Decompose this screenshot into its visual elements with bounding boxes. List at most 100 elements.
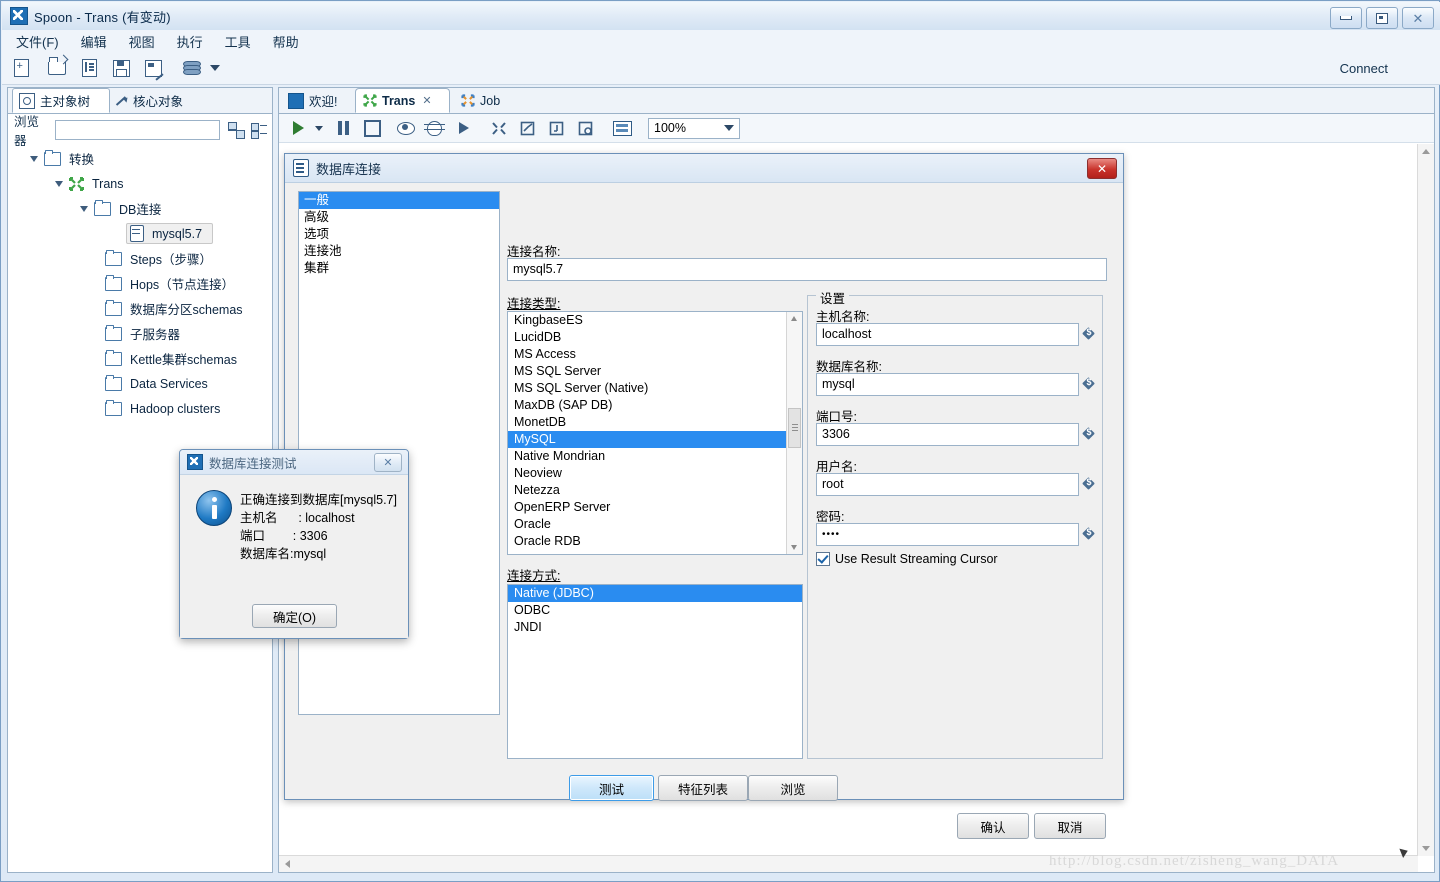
tree-item-hadoop-clusters[interactable]: Hadoop clusters: [8, 396, 272, 421]
test-button[interactable]: 测试: [569, 775, 654, 801]
tree-item-data-services[interactable]: Data Services: [8, 371, 272, 396]
list-item[interactable]: Oracle RDB: [508, 533, 802, 550]
variable-icon[interactable]: [1083, 327, 1096, 341]
tab-welcome[interactable]: 欢迎!: [281, 88, 353, 113]
tab-core-objects[interactable]: 核心对象: [108, 88, 208, 113]
ok-button[interactable]: 确认: [957, 813, 1029, 839]
list-item[interactable]: LucidDB: [508, 329, 802, 346]
connect-label[interactable]: Connect: [1340, 61, 1388, 76]
close-tab-icon[interactable]: ✕: [422, 94, 431, 107]
replay-icon[interactable]: [452, 117, 475, 139]
tree-item-transformations[interactable]: 转换: [8, 146, 272, 171]
maximize-button[interactable]: [1366, 7, 1398, 29]
expand-arrow-icon[interactable]: [55, 180, 63, 187]
preview-icon[interactable]: [394, 117, 417, 139]
menu-item-file[interactable]: 文件(F): [16, 32, 59, 51]
list-item-selected[interactable]: Native (JDBC): [508, 585, 802, 602]
cancel-button[interactable]: 取消: [1034, 813, 1106, 839]
inspect-icon[interactable]: [574, 117, 597, 139]
tree-item-mysql57[interactable]: mysql5.7: [8, 221, 272, 246]
expand-arrow-icon[interactable]: [30, 155, 38, 162]
search-input[interactable]: [55, 120, 221, 140]
list-item[interactable]: MaxDB (SAP DB): [508, 397, 802, 414]
username-input[interactable]: root: [816, 473, 1079, 496]
tree-item-slave-servers[interactable]: 子服务器: [8, 321, 272, 346]
category-item-pooling[interactable]: 连接池: [299, 243, 499, 260]
list-item[interactable]: MS SQL Server (Native): [508, 380, 802, 397]
scroll-left-arrow-icon[interactable]: [285, 860, 290, 868]
debug-icon[interactable]: [423, 117, 446, 139]
pause-icon[interactable]: [332, 117, 355, 139]
run-options-caret-icon[interactable]: [312, 117, 326, 139]
list-item[interactable]: MonetDB: [508, 414, 802, 431]
category-item-options[interactable]: 选项: [299, 226, 499, 243]
verify-icon[interactable]: [487, 117, 510, 139]
list-vertical-scrollbar[interactable]: [786, 312, 802, 554]
list-item[interactable]: Netezza: [508, 482, 802, 499]
variable-icon[interactable]: [1083, 377, 1096, 391]
test-dialog-close-button[interactable]: ✕: [374, 453, 402, 472]
tree-item-trans[interactable]: Trans: [8, 171, 272, 196]
streaming-cursor-checkbox-row[interactable]: Use Result Streaming Cursor: [816, 552, 998, 566]
flat-view-icon[interactable]: [250, 121, 268, 139]
scroll-up-arrow-icon[interactable]: [1422, 149, 1430, 154]
category-item-clustering[interactable]: 集群: [299, 260, 499, 277]
sql-icon[interactable]: [545, 117, 568, 139]
explore-repository-icon[interactable]: [78, 57, 100, 79]
stop-icon[interactable]: [361, 117, 384, 139]
menu-item-view[interactable]: 视图: [129, 32, 155, 51]
list-item[interactable]: Oracle: [508, 516, 802, 533]
port-input[interactable]: 3306: [816, 423, 1079, 446]
zoom-select[interactable]: 100%: [648, 117, 740, 139]
list-item[interactable]: OpenERP Server: [508, 499, 802, 516]
list-item[interactable]: MS Access: [508, 346, 802, 363]
scroll-down-arrow-icon[interactable]: [1422, 846, 1430, 851]
connection-type-list[interactable]: KingbaseES LucidDB MS Access MS SQL Serv…: [507, 311, 803, 555]
list-item[interactable]: Native Mondrian: [508, 448, 802, 465]
list-item[interactable]: KingbaseES: [508, 312, 802, 329]
tab-trans[interactable]: Trans ✕: [355, 88, 450, 113]
checkbox-icon[interactable]: [816, 552, 830, 566]
scroll-up-arrow-icon[interactable]: [791, 316, 797, 321]
open-file-icon[interactable]: [46, 56, 68, 79]
scroll-down-arrow-icon[interactable]: [791, 545, 797, 550]
menu-item-tools[interactable]: 工具: [225, 32, 251, 51]
save-as-icon[interactable]: [142, 57, 164, 79]
tab-job[interactable]: Job: [454, 88, 524, 113]
dropdown-caret-icon[interactable]: [208, 57, 222, 79]
list-item[interactable]: Neoview: [508, 465, 802, 482]
feature-list-button[interactable]: 特征列表: [658, 775, 748, 801]
list-item-selected[interactable]: MySQL: [508, 431, 802, 448]
layers-icon[interactable]: [180, 57, 202, 79]
variable-icon[interactable]: [1083, 477, 1096, 491]
menu-item-edit[interactable]: 编辑: [81, 32, 107, 51]
menu-item-run[interactable]: 执行: [177, 32, 203, 51]
tab-main-object-tree[interactable]: 主对象树: [12, 88, 110, 113]
tree-item-db-partition-schemas[interactable]: 数据库分区schemas: [8, 296, 272, 321]
list-item[interactable]: ODBC: [508, 602, 802, 619]
tree-item-hops[interactable]: Hops（节点连接）: [8, 271, 272, 296]
host-input[interactable]: localhost: [816, 323, 1079, 346]
explore-button[interactable]: 浏览: [748, 775, 838, 801]
run-icon[interactable]: [287, 117, 310, 139]
scrollbar-thumb[interactable]: [788, 408, 801, 448]
list-item[interactable]: MS SQL Server: [508, 363, 802, 380]
variable-icon[interactable]: [1083, 527, 1096, 541]
save-icon[interactable]: [110, 57, 132, 79]
tree-item-db-connections[interactable]: DB连接: [8, 196, 272, 221]
hierarchy-view-icon[interactable]: [227, 121, 246, 139]
connection-name-input[interactable]: mysql5.7: [507, 258, 1107, 281]
dialog-close-button[interactable]: ✕: [1087, 158, 1117, 179]
category-item-advanced[interactable]: 高级: [299, 209, 499, 226]
tree-item-kettle-cluster-schemas[interactable]: Kettle集群schemas: [8, 346, 272, 371]
connection-method-list[interactable]: Native (JDBC) ODBC JNDI: [507, 584, 803, 759]
password-input[interactable]: ••••: [816, 523, 1079, 546]
list-item[interactable]: JNDI: [508, 619, 802, 636]
test-dialog-ok-button[interactable]: 确定(O): [252, 604, 337, 628]
canvas-vertical-scrollbar[interactable]: [1417, 144, 1434, 856]
impact-analysis-icon[interactable]: [516, 117, 539, 139]
expand-arrow-icon[interactable]: [80, 205, 88, 212]
grid-icon[interactable]: [611, 117, 634, 139]
close-button[interactable]: ✕: [1402, 7, 1434, 29]
minimize-button[interactable]: [1330, 7, 1362, 29]
